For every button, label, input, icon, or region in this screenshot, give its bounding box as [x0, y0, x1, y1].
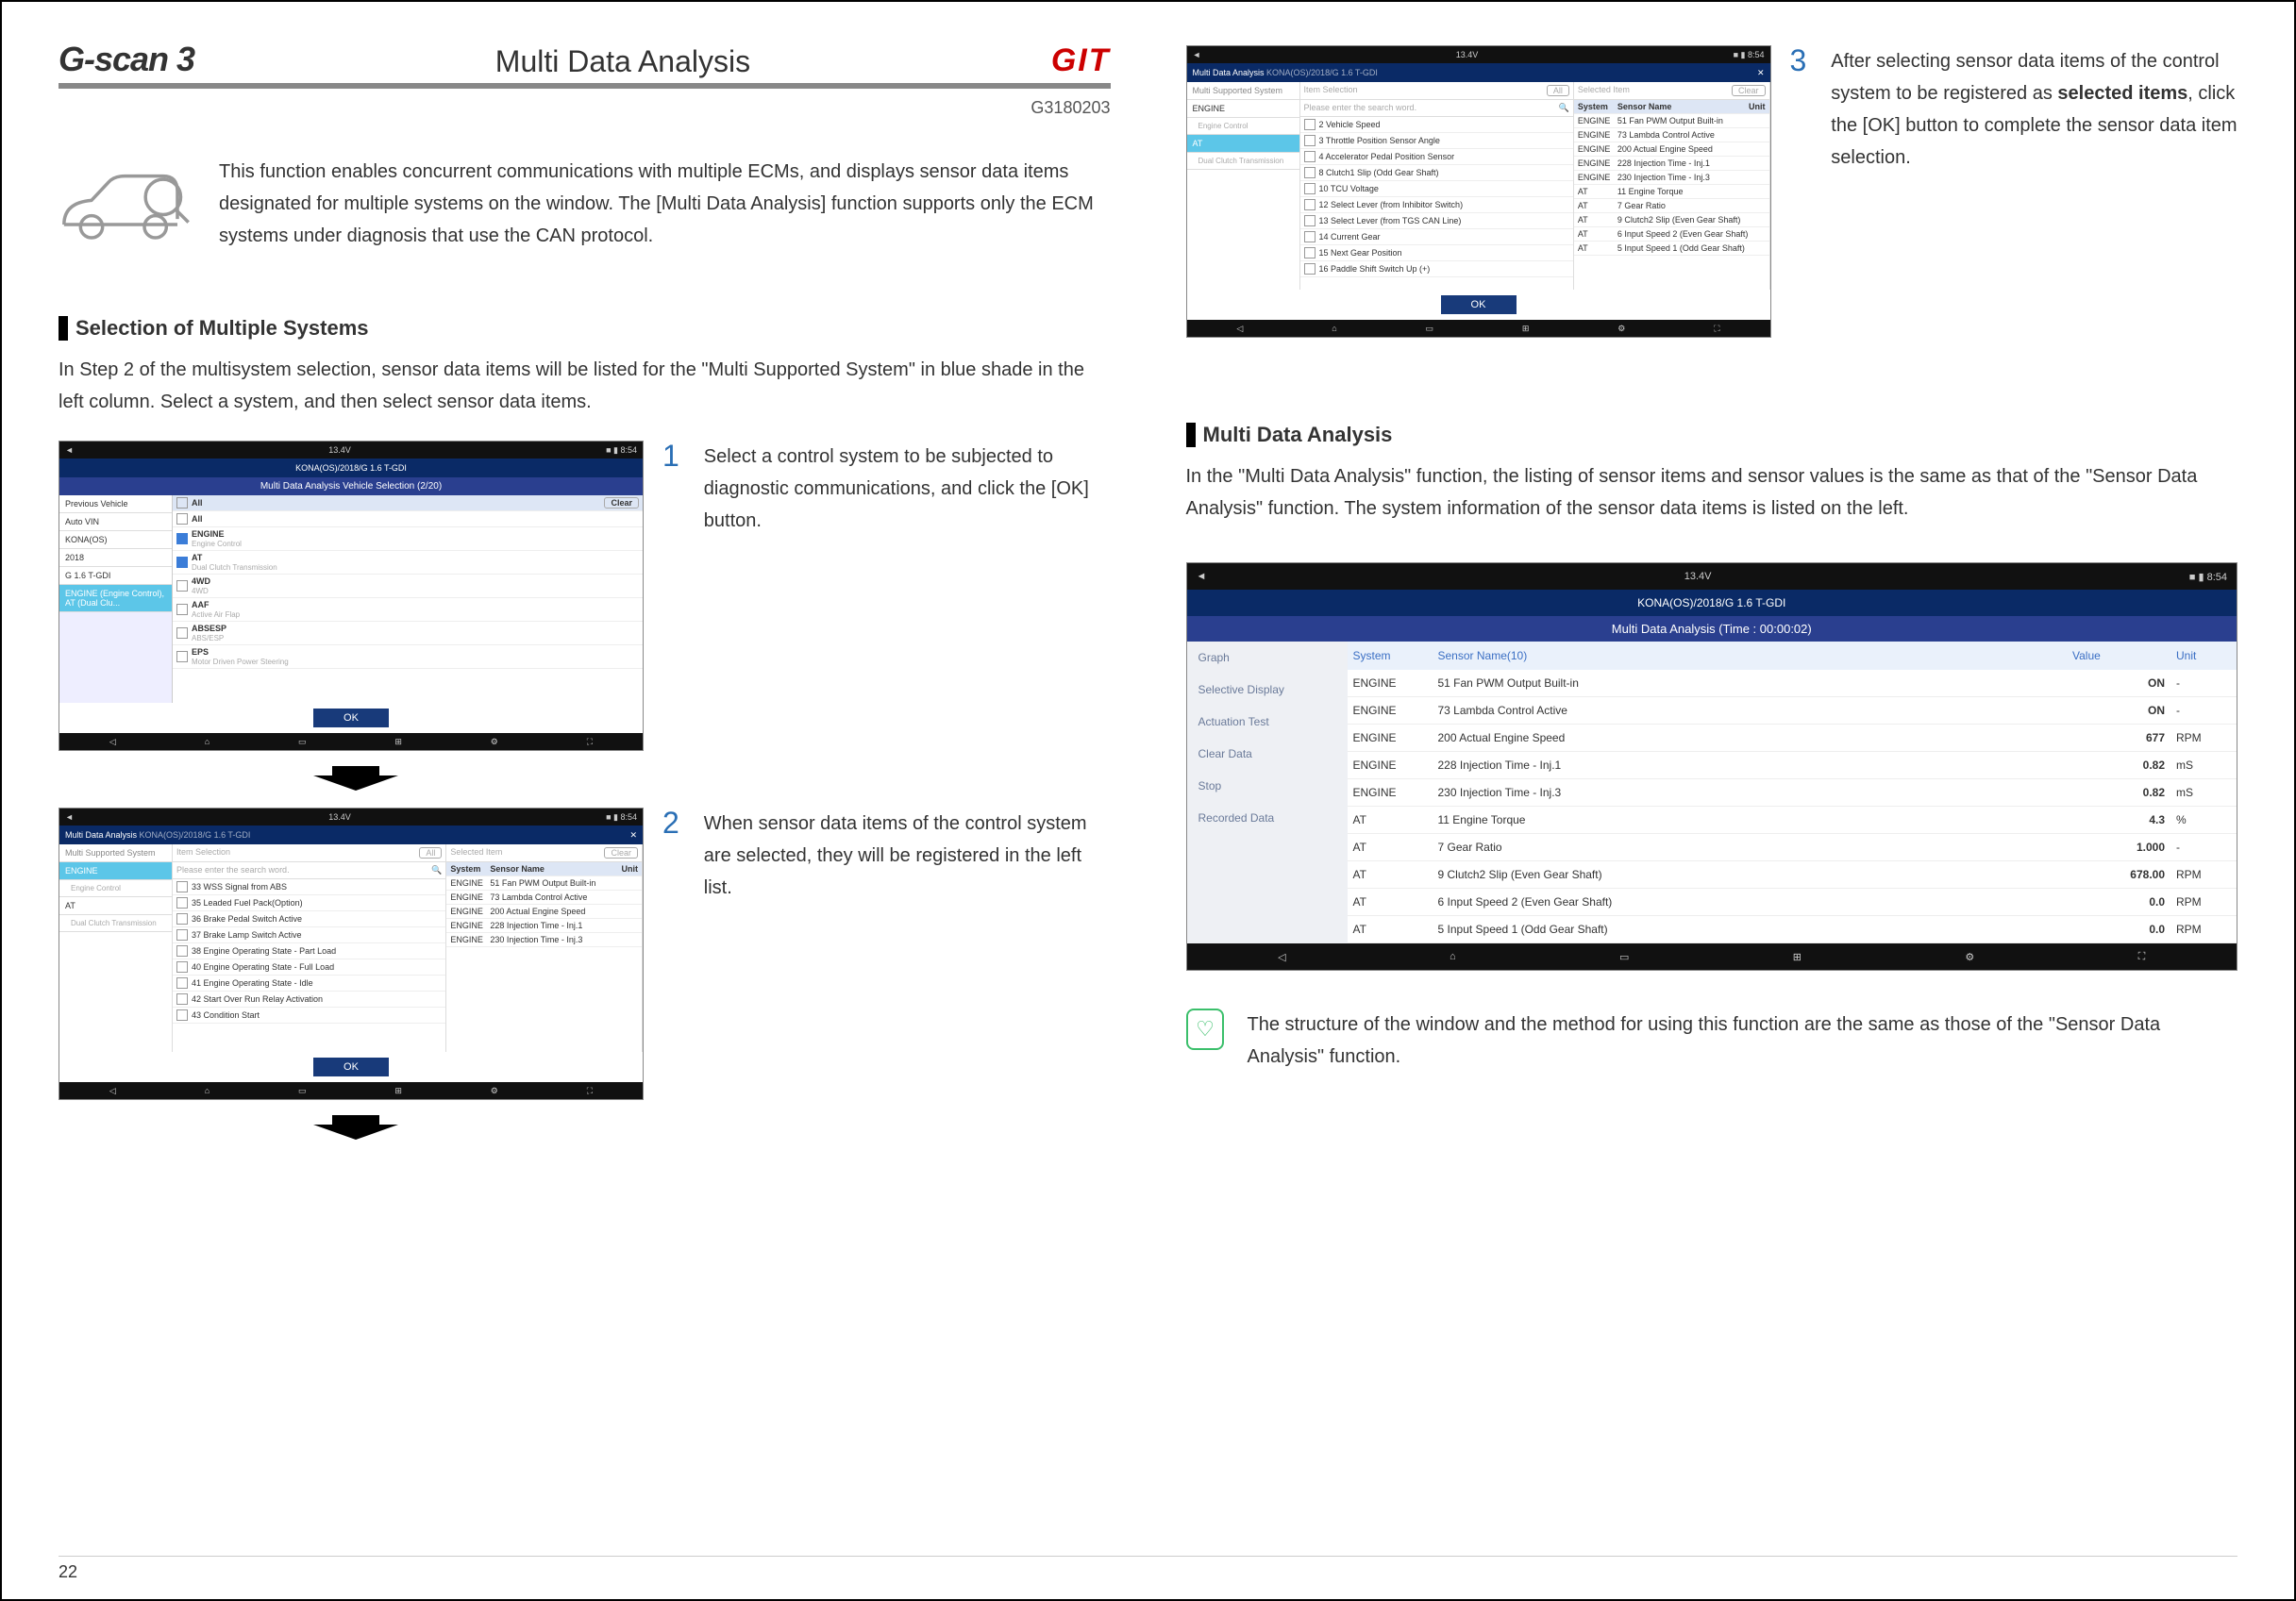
ok-button[interactable]: OK — [313, 709, 389, 727]
page-number: 22 — [59, 1556, 2237, 1582]
screenshot-step1: ◄13.4V■ ▮ 8:54 KONA(OS)/2018/G 1.6 T-GDI… — [59, 441, 644, 751]
section1-body: In Step 2 of the multisystem selection, … — [59, 354, 1111, 418]
section-heading: Selection of Multiple Systems — [59, 316, 1111, 341]
down-arrow-icon — [313, 766, 398, 791]
logo-git: GIT — [1051, 42, 1111, 79]
section1-title: Selection of Multiple Systems — [75, 316, 369, 341]
ok-button[interactable]: OK — [313, 1058, 389, 1076]
tip-text: The structure of the window and the meth… — [1247, 1009, 2237, 1073]
section2-body: In the "Multi Data Analysis" function, t… — [1186, 460, 2238, 525]
ok-button[interactable]: OK — [1441, 295, 1517, 314]
logo-gscan: G-scan 3 — [59, 40, 194, 79]
step-number-3: 3 — [1790, 45, 1807, 75]
step-number-1: 1 — [662, 441, 679, 471]
step3-desc: After selecting sensor data items of the… — [1831, 45, 2237, 174]
screenshot-analysis: ◄13.4V■ ▮ 8:54 KONA(OS)/2018/G 1.6 T-GDI… — [1186, 562, 2238, 971]
car-scan-icon — [59, 156, 191, 259]
step1-desc: Select a control system to be subjected … — [704, 441, 1111, 537]
screenshot-step3: ◄13.4V■ ▮ 8:54 Multi Data Analysis KONA(… — [1186, 45, 1771, 338]
intro-text: This function enables concurrent communi… — [219, 156, 1111, 252]
step-number-2: 2 — [662, 808, 679, 838]
section-heading: Multi Data Analysis — [1186, 423, 2238, 447]
tip-bulb-icon: ♡ — [1186, 1009, 1225, 1050]
doc-code: G3180203 — [59, 98, 1111, 118]
screenshot-step2: ◄13.4V■ ▮ 8:54 Multi Data Analysis KONA(… — [59, 808, 644, 1100]
page-title: Multi Data Analysis — [495, 44, 750, 79]
page-header: G-scan 3 Multi Data Analysis GIT — [59, 40, 1111, 89]
step2-desc: When sensor data items of the control sy… — [704, 808, 1111, 904]
section2-title: Multi Data Analysis — [1203, 423, 1393, 447]
down-arrow-icon — [313, 1115, 398, 1140]
